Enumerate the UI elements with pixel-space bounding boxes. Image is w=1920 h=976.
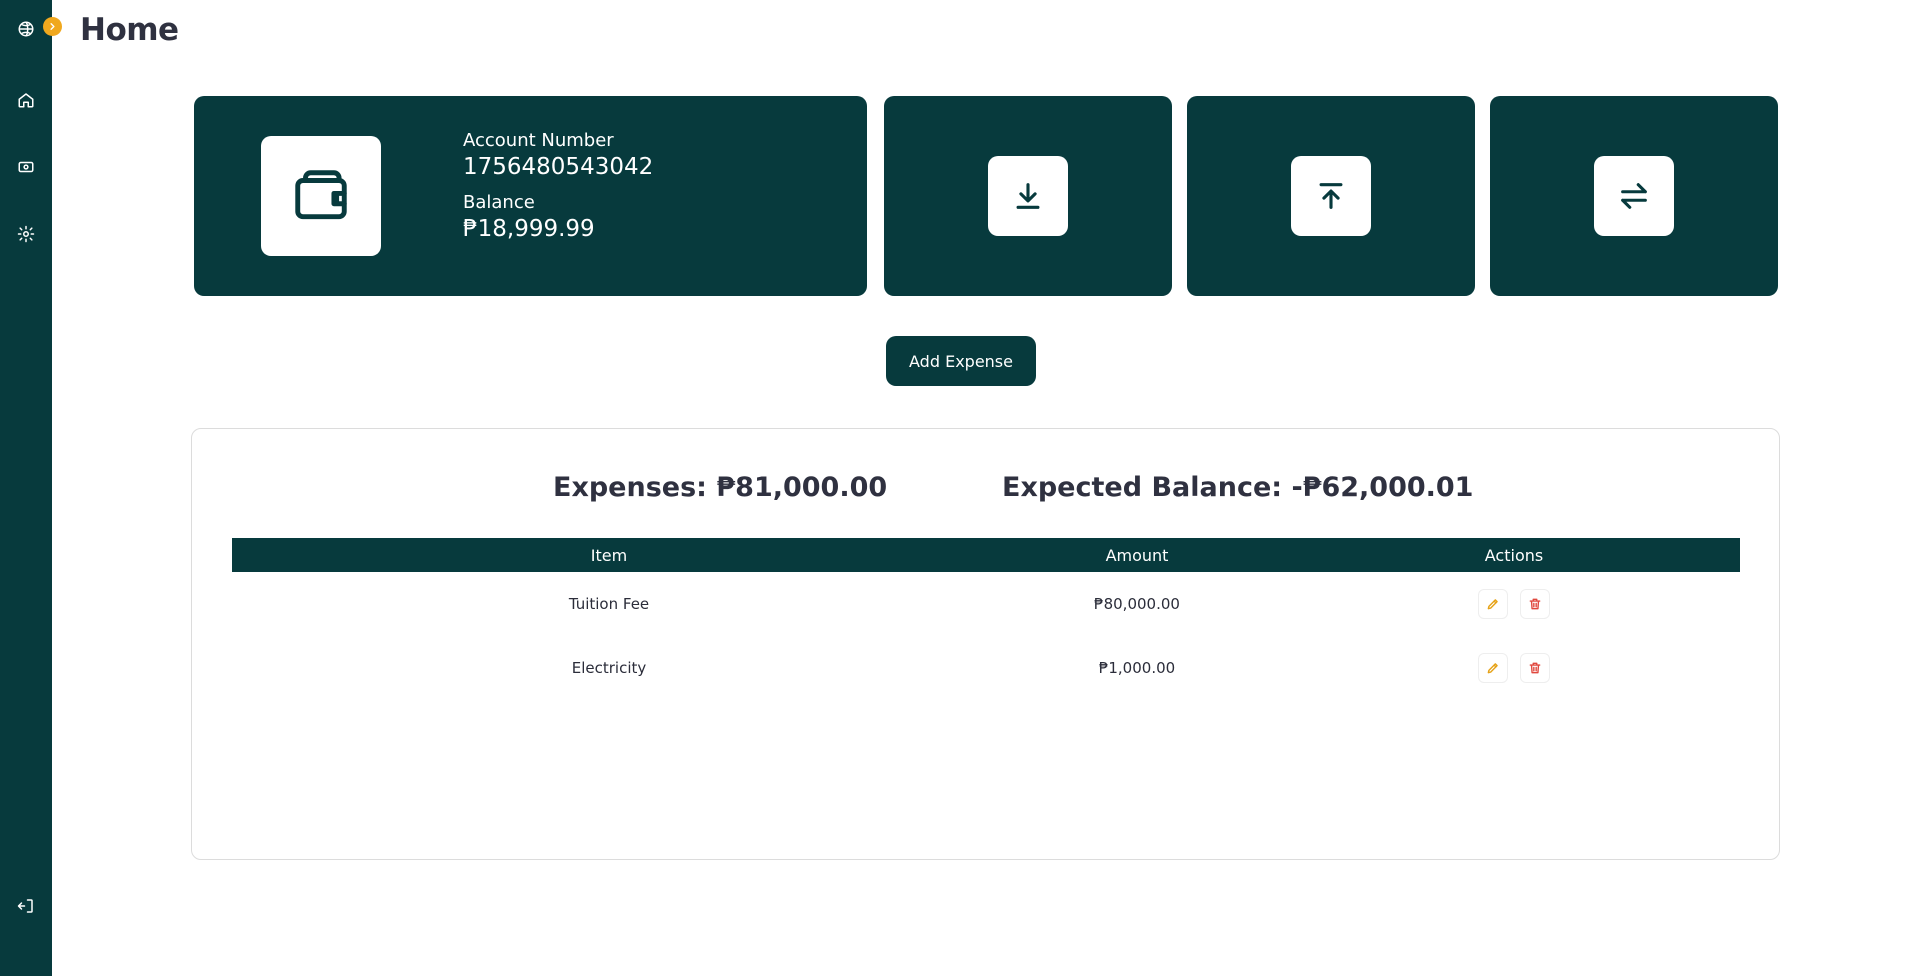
edit-button[interactable]: [1477, 589, 1508, 619]
cell-actions: [1288, 572, 1740, 636]
deposit-card[interactable]: [884, 96, 1172, 296]
cell-amount: ₱80,000.00: [1094, 595, 1180, 613]
delete-button[interactable]: [1520, 653, 1551, 683]
table-row: Electricity ₱1,000.00: [232, 636, 1740, 700]
cell-actions: [1288, 636, 1740, 700]
sidebar-expand-button[interactable]: [43, 17, 62, 36]
trash-icon: [1530, 598, 1541, 610]
upload-icon: [1291, 156, 1371, 236]
account-number-label: Account Number: [463, 130, 614, 151]
logo-icon[interactable]: [14, 17, 38, 41]
wallet-icon: [261, 136, 381, 256]
table-header-row: Item Amount Actions: [232, 538, 1740, 572]
account-number-value: 1756480543042: [463, 154, 654, 180]
expenses-table: Item Amount Actions Tuition Fee ₱80,000.…: [232, 538, 1740, 700]
gear-icon[interactable]: [14, 222, 38, 246]
cell-amount: ₱1,000.00: [1098, 659, 1176, 677]
balance-value: ₱18,999.99: [463, 216, 595, 242]
add-expense-button[interactable]: Add Expense: [886, 336, 1036, 386]
page-title: Home: [80, 12, 179, 48]
balance-label: Balance: [463, 192, 535, 213]
sidebar: [0, 0, 52, 976]
account-card: Account Number 1756480543042 Balance ₱18…: [194, 96, 867, 296]
delete-button[interactable]: [1520, 589, 1551, 619]
chevron-right-icon: [50, 23, 55, 30]
home-icon[interactable]: [14, 88, 38, 112]
pencil-icon: [1487, 599, 1498, 610]
column-header-amount: Amount: [1105, 545, 1169, 565]
pencil-icon: [1487, 663, 1498, 674]
account-info: Account Number 1756480543042 Balance ₱18…: [463, 130, 653, 254]
transfer-icon: [1594, 156, 1674, 236]
cash-icon[interactable]: [14, 155, 38, 179]
expenses-panel: Expenses: ₱81,000.00 Expected Balance: -…: [191, 428, 1780, 860]
download-icon: [988, 156, 1068, 236]
column-header-actions: Actions: [1484, 545, 1544, 565]
withdraw-card[interactable]: [1187, 96, 1475, 296]
transfer-card[interactable]: [1490, 96, 1778, 296]
cell-item: Electricity: [571, 659, 647, 677]
cell-item: Tuition Fee: [568, 595, 650, 613]
trash-icon: [1530, 662, 1541, 674]
table-row: Tuition Fee ₱80,000.00: [232, 572, 1740, 636]
expenses-total: Expenses: ₱81,000.00: [553, 472, 888, 503]
column-header-item: Item: [590, 545, 628, 565]
logout-icon[interactable]: [14, 894, 38, 918]
edit-button[interactable]: [1477, 653, 1508, 683]
expected-balance: Expected Balance: -₱62,000.01: [1002, 472, 1474, 503]
